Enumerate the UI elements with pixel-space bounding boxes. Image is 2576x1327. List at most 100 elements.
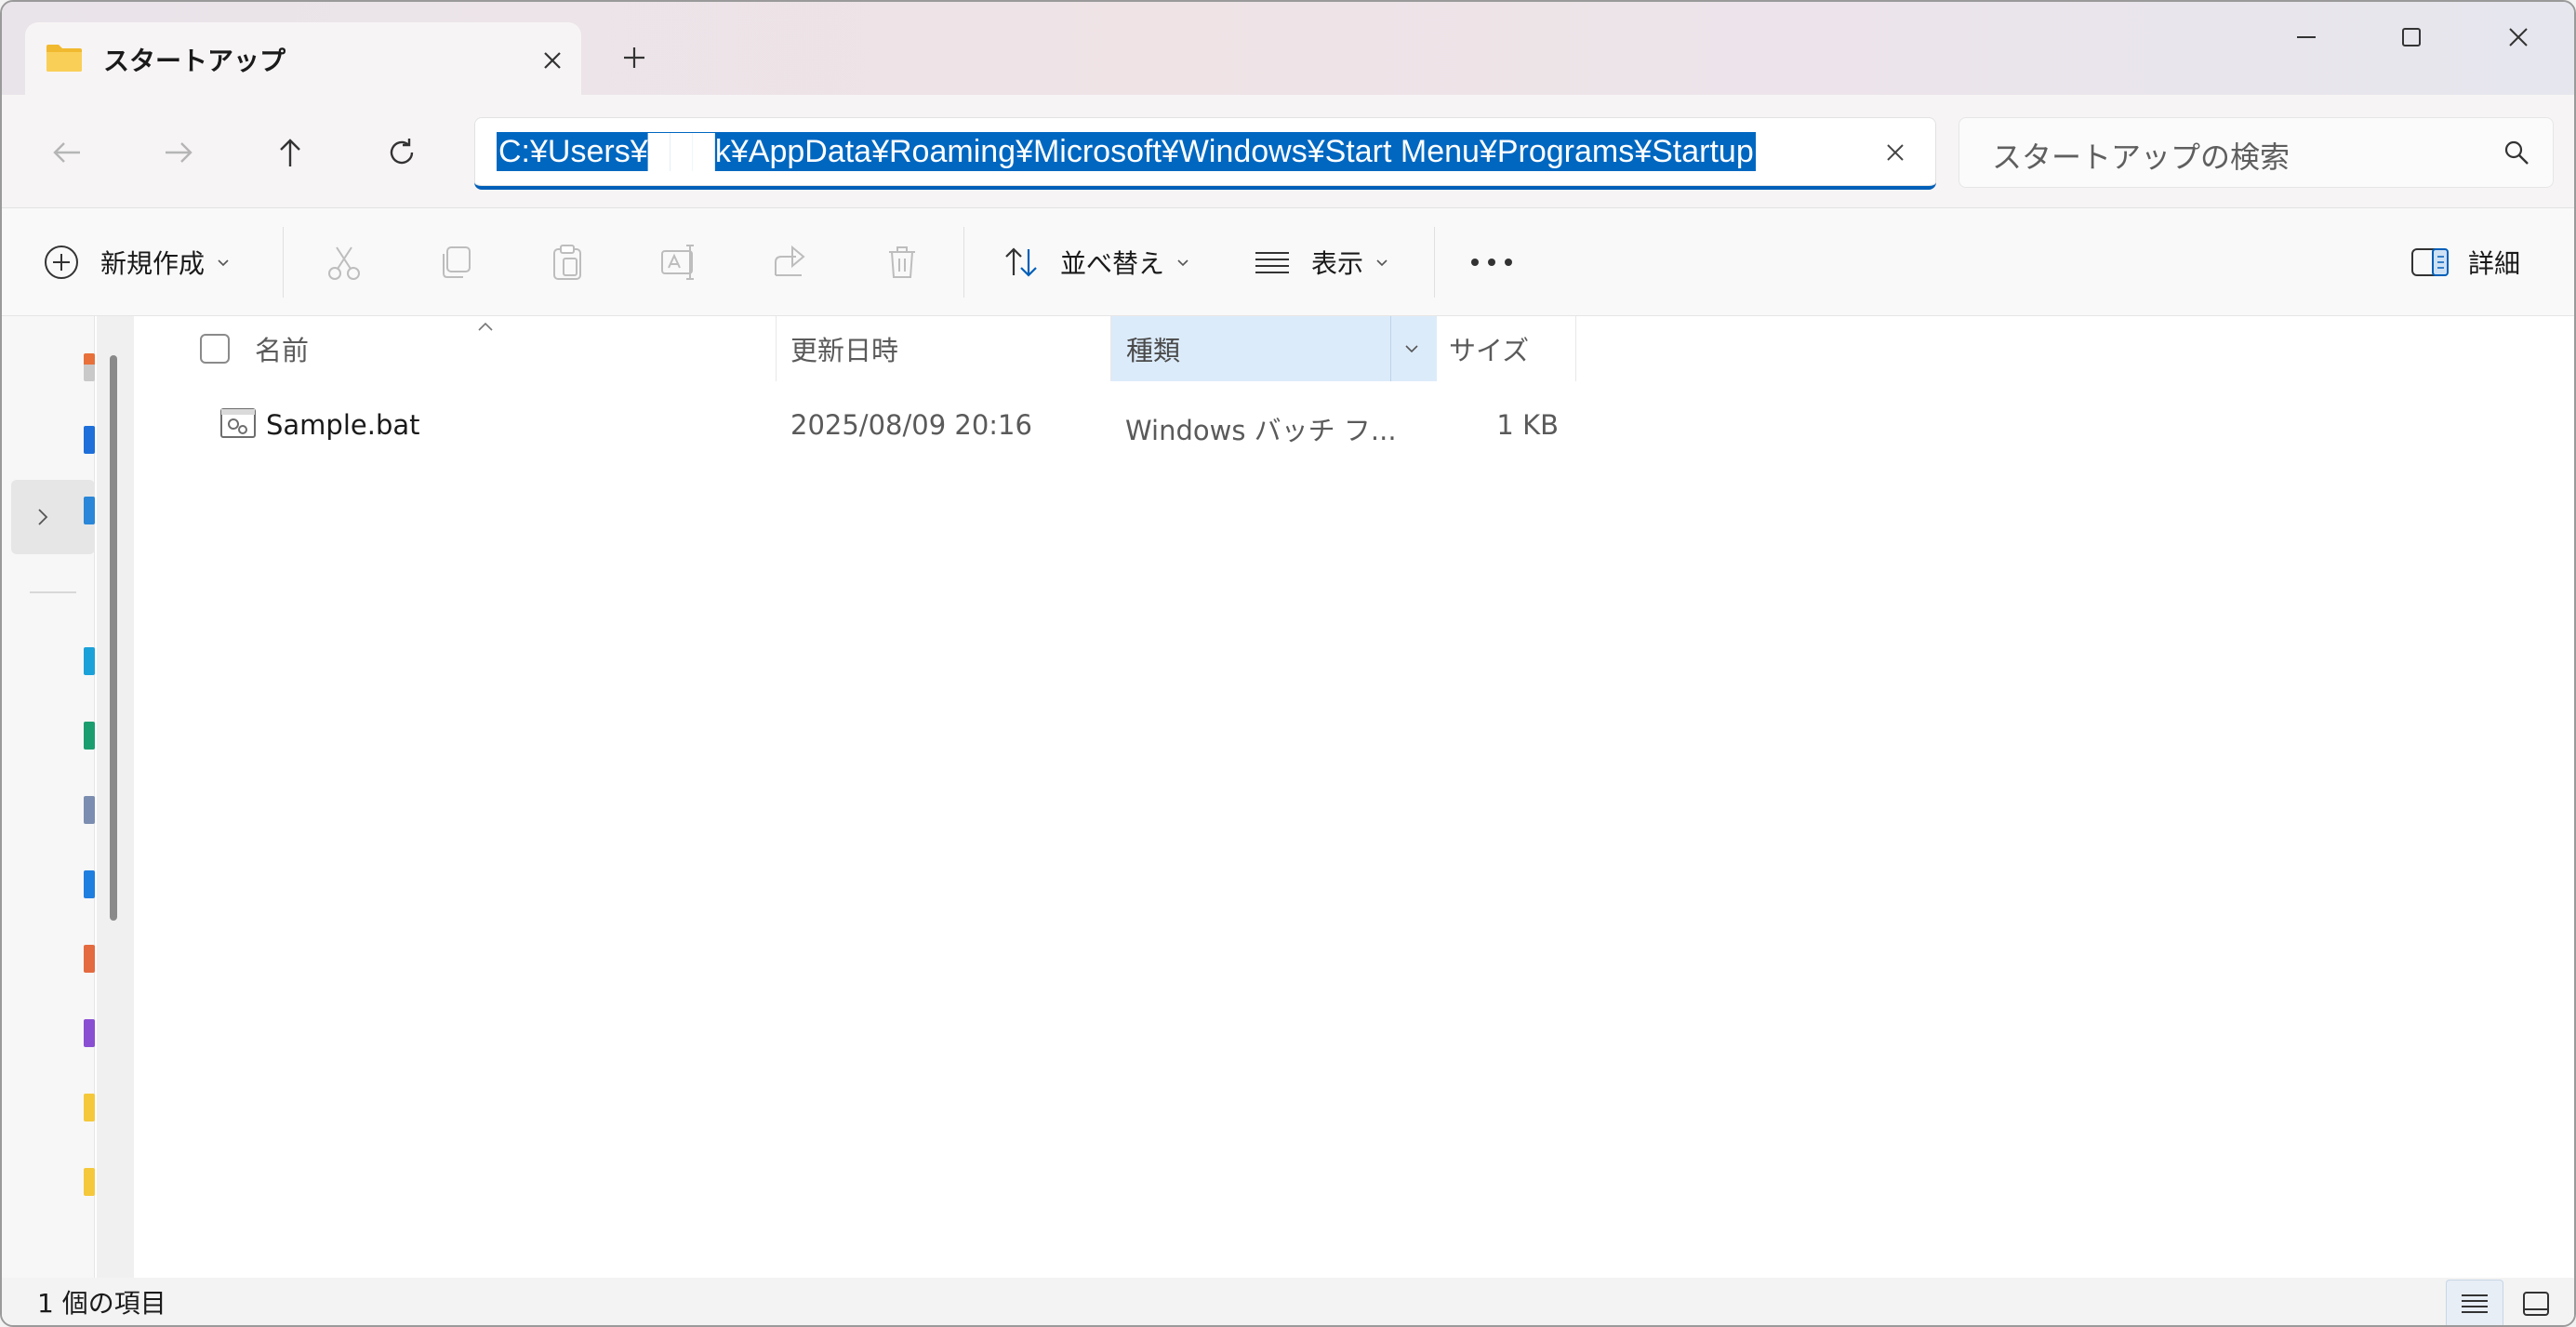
column-type-label: 種類	[1126, 335, 1181, 366]
minimize-icon	[2297, 36, 2316, 38]
folder-icon	[46, 45, 82, 72]
close-icon	[1887, 144, 1904, 161]
column-separator[interactable]	[1575, 316, 1576, 381]
gallery-icon[interactable]	[84, 426, 95, 454]
sort-button[interactable]: 並べ替え	[1003, 234, 1190, 290]
column-separator[interactable]	[776, 316, 777, 381]
refresh-button[interactable]	[372, 123, 432, 182]
navigation-scrollbar-thumb[interactable]	[110, 355, 117, 921]
chevron-down-icon[interactable]	[1403, 342, 1420, 355]
documents-icon[interactable]	[84, 796, 95, 824]
view-label: 表示	[1311, 248, 1364, 279]
details-view-icon	[2462, 1294, 2488, 1313]
cut-button[interactable]	[324, 234, 365, 290]
home-icon[interactable]	[84, 353, 95, 381]
chevron-right-icon	[38, 509, 48, 525]
onedrive-icon[interactable]	[84, 497, 95, 524]
details-label: 詳細	[2468, 248, 2521, 279]
preview-view-icon	[2523, 1292, 2549, 1316]
column-modified-label: 更新日時	[790, 335, 899, 366]
refresh-icon	[390, 139, 414, 165]
plus-icon	[624, 47, 644, 68]
forward-button[interactable]	[149, 123, 208, 182]
minimize-button[interactable]	[2271, 11, 2342, 63]
arrow-up-icon	[280, 139, 300, 166]
file-list: 名前 更新日時 種類 サイズ Sample.bat 2025/08/09 20:…	[134, 316, 2574, 1278]
scissors-icon	[328, 246, 360, 280]
videos-icon[interactable]	[84, 1019, 95, 1047]
plus-circle-icon	[45, 245, 78, 279]
tab-close-button[interactable]	[527, 35, 578, 86]
clipboard-icon	[553, 245, 581, 280]
batch-file-icon	[220, 408, 256, 438]
navigation-pane	[2, 316, 95, 1278]
up-button[interactable]	[260, 123, 320, 182]
title-bar: スタートアップ	[2, 2, 2574, 97]
sort-label: 並べ替え	[1060, 248, 1165, 279]
desktop-icon[interactable]	[84, 647, 95, 675]
file-explorer-window: スタートアップ C:¥Users¥███k¥AppData¥Roaming¥Mi…	[0, 0, 2576, 1327]
sidebar-item-expander[interactable]	[11, 480, 95, 554]
address-bar[interactable]: C:¥Users¥███k¥AppData¥Roaming¥Microsoft¥…	[474, 117, 1936, 190]
maximize-icon	[2402, 28, 2421, 46]
details-pane-button[interactable]: 詳細	[2410, 234, 2520, 290]
new-button[interactable]: 新規作成	[43, 234, 231, 290]
address-clear-button[interactable]	[1873, 130, 1918, 175]
trash-icon	[889, 246, 915, 278]
search-button[interactable]	[2496, 132, 2537, 173]
chevron-down-icon	[1376, 259, 1388, 267]
toolbar-separator	[963, 227, 964, 298]
new-tab-button[interactable]	[608, 32, 660, 84]
chevron-down-icon	[1177, 259, 1188, 267]
more-options-button[interactable]	[1467, 234, 1516, 290]
view-button[interactable]: 表示	[1254, 234, 1389, 290]
close-window-button[interactable]	[2483, 11, 2554, 63]
pictures-icon[interactable]	[84, 870, 95, 898]
column-size-label: サイズ	[1449, 335, 1530, 366]
tab-title: スタートアップ	[103, 46, 286, 76]
table-row[interactable]: Sample.bat 2025/08/09 20:16 Windows バッチ …	[134, 392, 1575, 458]
copy-icon	[443, 246, 471, 278]
search-box[interactable]: スタートアップの検索	[1959, 117, 2554, 188]
details-pane-icon	[2411, 248, 2449, 276]
search-icon	[2504, 140, 2529, 165]
downloads-icon[interactable]	[84, 722, 95, 750]
folder-icon[interactable]	[84, 1168, 95, 1196]
sort-icon	[1005, 247, 1037, 277]
column-header-size[interactable]: サイズ	[1449, 316, 1616, 381]
status-bar: 1 個の項目	[2, 1278, 2574, 1325]
sort-ascending-icon	[478, 322, 493, 331]
arrow-left-icon	[53, 142, 80, 163]
column-header-modified[interactable]: 更新日時	[790, 316, 1107, 381]
large-icons-view-button[interactable]	[2507, 1280, 2565, 1325]
back-button[interactable]	[37, 123, 97, 182]
close-icon	[544, 52, 561, 69]
address-row: C:¥Users¥███k¥AppData¥Roaming¥Microsoft¥…	[2, 95, 2574, 208]
search-placeholder: スタートアップの検索	[1992, 139, 2291, 175]
select-all-checkbox[interactable]	[199, 333, 231, 365]
music-icon[interactable]	[84, 945, 95, 973]
tab-startup[interactable]: スタートアップ	[25, 22, 581, 97]
file-modified: 2025/08/09 20:16	[790, 409, 1032, 441]
address-path[interactable]: C:¥Users¥███k¥AppData¥Roaming¥Microsoft¥…	[497, 132, 1756, 171]
item-count: 1 個の項目	[37, 1288, 166, 1319]
details-view-button[interactable]	[2446, 1280, 2503, 1325]
maximize-button[interactable]	[2376, 11, 2447, 63]
copy-button[interactable]	[435, 234, 476, 290]
toolbar-separator	[283, 227, 284, 298]
more-icon	[1471, 259, 1512, 266]
column-name-label: 名前	[255, 335, 310, 366]
close-icon	[2509, 28, 2528, 46]
delete-button[interactable]	[882, 234, 923, 290]
sidebar-divider	[30, 591, 76, 593]
file-name[interactable]: Sample.bat	[266, 409, 420, 441]
arrow-right-icon	[166, 142, 193, 163]
rename-button[interactable]	[658, 234, 699, 290]
chevron-down-icon	[218, 259, 229, 267]
toolbar-separator	[1434, 227, 1435, 298]
new-label: 新規作成	[100, 248, 206, 279]
share-button[interactable]	[770, 234, 811, 290]
column-header-type[interactable]: 種類	[1111, 316, 1437, 381]
paste-button[interactable]	[547, 234, 588, 290]
folder-icon[interactable]	[84, 1094, 95, 1121]
